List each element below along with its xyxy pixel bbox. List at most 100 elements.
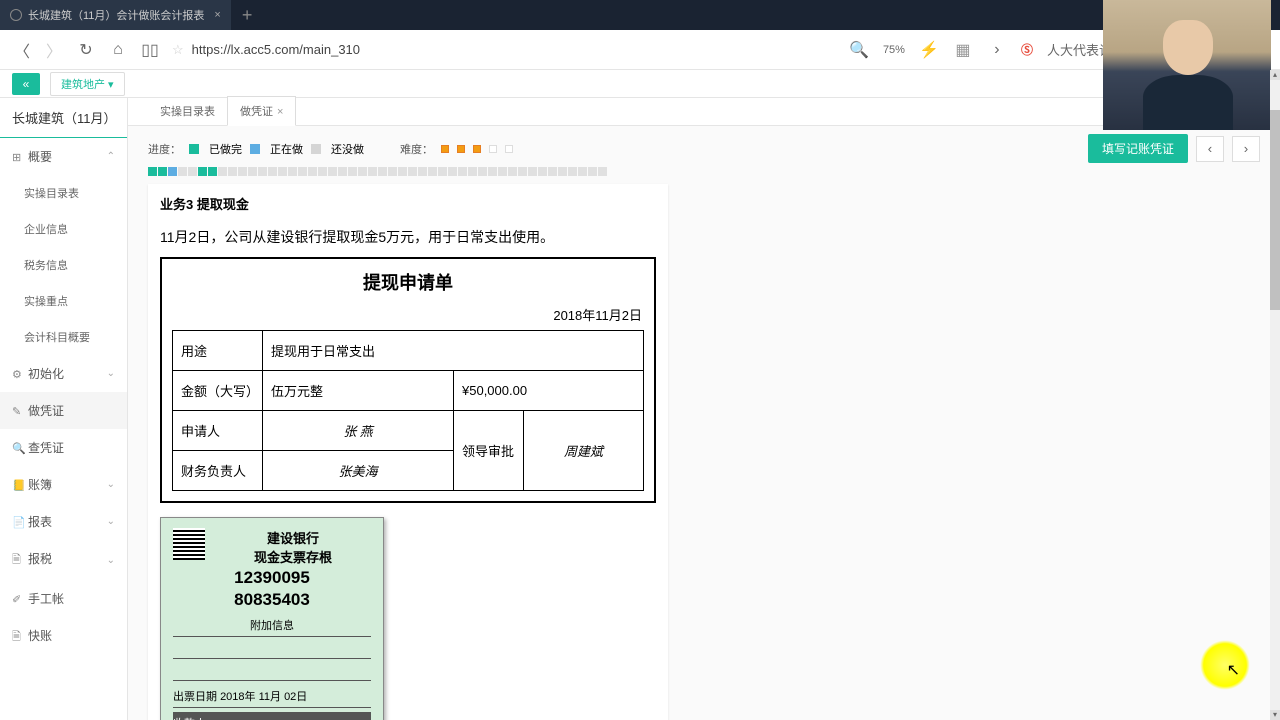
qr-icon[interactable]: ▦	[953, 40, 973, 60]
stub-date: 出票日期 2018年 11月 02日	[173, 685, 371, 708]
stub-blank	[173, 663, 371, 681]
search-icon: 🔍	[12, 442, 24, 455]
collapse-sidebar-button[interactable]: «	[12, 73, 40, 95]
document-icon: 📄	[12, 516, 24, 529]
url-text: https://lx.acc5.com/main_310	[192, 42, 360, 57]
stub-number-2: 80835403	[173, 590, 371, 610]
vertical-scrollbar[interactable]: ▴ ▾	[1270, 70, 1280, 720]
grid-icon: ⊞	[12, 151, 24, 164]
chevron-down-icon: ⌄	[107, 479, 115, 490]
form-date: 2018年11月2日	[162, 305, 654, 330]
purpose-value: 提现用于日常支出	[263, 331, 644, 371]
prev-button[interactable]: ‹	[1196, 136, 1224, 162]
task-description: 11月2日，公司从建设银行提取现金5万元，用于日常支出使用。	[148, 223, 668, 257]
legend-done-icon	[189, 144, 199, 154]
favorite-icon[interactable]: ☆	[172, 42, 184, 58]
sidebar-item-company[interactable]: 企业信息	[0, 211, 127, 247]
close-icon[interactable]: ×	[277, 106, 283, 118]
sidebar-item-quick[interactable]: 🗎快账	[0, 617, 127, 657]
difficulty-star-icon	[473, 145, 481, 153]
scroll-up-icon[interactable]: ▴	[1270, 70, 1280, 80]
cursor-highlight	[1200, 640, 1250, 690]
sidebar-item-manual[interactable]: ✐手工帐	[0, 580, 127, 617]
form-title: 提现申请单	[162, 259, 654, 305]
sidebar-item-ledger[interactable]: 📒账簿 ⌄	[0, 466, 127, 503]
tab-title: 长城建筑（11月）会计做账会计报表	[28, 7, 204, 23]
tab-close-icon[interactable]: ×	[214, 9, 220, 21]
qr-code-icon	[173, 528, 205, 560]
sidebar-item-voucher[interactable]: ✎做凭证	[0, 392, 127, 429]
app-header: « 建筑地产 ▾ 林久时 (SVIP会员)	[0, 70, 1280, 98]
sidebar-item-tax[interactable]: 税务信息	[0, 247, 127, 283]
stub-number-1: 12390095	[173, 568, 371, 588]
reload-button[interactable]: ↻	[76, 40, 96, 60]
forward-button[interactable]: 〉	[44, 40, 64, 60]
sidebar-item-directory[interactable]: 实操目录表	[0, 175, 127, 211]
scrollbar-thumb[interactable]	[1270, 110, 1280, 310]
tab-directory[interactable]: 实操目录表	[148, 97, 227, 125]
difficulty-star-icon	[457, 145, 465, 153]
sogou-icon: Ⓢ	[1021, 41, 1033, 58]
pencil-icon: ✎	[12, 405, 24, 418]
reader-button[interactable]: ▯▯	[140, 40, 160, 60]
applicant-label: 申请人	[173, 411, 263, 451]
chevron-down-icon: ⌄	[107, 368, 115, 379]
browser-tab[interactable]: 长城建筑（11月）会计做账会计报表 ×	[0, 0, 232, 30]
chevron-down-icon: ⌄	[107, 555, 115, 566]
sidebar: 长城建筑（11月） ⊞概要 ⌃ 实操目录表 企业信息 税务信息 实操重点 会计科…	[0, 98, 128, 720]
sidebar-title: 长城建筑（11月）	[0, 98, 127, 138]
new-tab-button[interactable]: +	[232, 5, 263, 26]
zoom-level: 75%	[883, 44, 905, 56]
content-area: 实操目录表 做凭证× 进度： 已做完 正在做 还没做 难度： 填写记账凭证 ‹	[128, 98, 1280, 720]
stub-bank: 建设银行	[215, 528, 371, 547]
flash-icon[interactable]: ⚡	[919, 40, 939, 60]
progress-grid	[128, 167, 1280, 184]
back-button[interactable]: 〈	[12, 40, 32, 60]
stub-extra: 附加信息	[173, 614, 371, 637]
home-button[interactable]: ⌂	[108, 40, 128, 60]
amount-num: ¥50,000.00	[454, 371, 644, 411]
sidebar-item-report[interactable]: 📄报表 ⌄	[0, 503, 127, 540]
cursor-icon: ↖	[1227, 660, 1240, 680]
purpose-label: 用途	[173, 331, 263, 371]
withdrawal-form: 提现申请单 2018年11月2日 用途 提现用于日常支出 金额（大写） 伍万元整…	[160, 257, 656, 503]
globe-icon	[10, 9, 22, 21]
finance-value: 张美海	[263, 451, 454, 491]
pen-icon: ✐	[12, 593, 24, 606]
more-icon[interactable]: ›	[987, 40, 1007, 60]
sidebar-item-overview[interactable]: ⊞概要 ⌃	[0, 138, 127, 175]
file-icon: 🗎	[12, 551, 24, 570]
tab-voucher[interactable]: 做凭证×	[227, 96, 296, 126]
browser-toolbar: 〈 〉 ↻ ⌂ ▯▯ ☆ https://lx.acc5.com/main_31…	[0, 30, 1280, 70]
scroll-down-icon[interactable]: ▾	[1270, 710, 1280, 720]
task-title: 业务3 提取现金	[148, 184, 668, 223]
finance-label: 财务负责人	[173, 451, 263, 491]
chevron-up-icon: ⌃	[107, 151, 115, 162]
webcam-overlay	[1103, 0, 1271, 130]
address-bar[interactable]: ☆ https://lx.acc5.com/main_310	[172, 42, 837, 58]
approve-value: 周建斌	[524, 411, 644, 491]
stub-payee: 收款人：	[173, 712, 371, 720]
difficulty-star-empty-icon	[505, 145, 513, 153]
sidebar-item-accounts[interactable]: 会计科目概要	[0, 319, 127, 355]
sidebar-item-taxfile[interactable]: 🗎报税 ⌄	[0, 540, 127, 580]
check-stub: 建设银行 现金支票存根 12390095 80835403 附加信息 出票日期 …	[160, 517, 384, 720]
amount-label: 金额（大写）	[173, 371, 263, 411]
gear-icon: ⚙	[12, 368, 24, 381]
approve-label: 领导审批	[454, 411, 524, 491]
sidebar-item-query[interactable]: 🔍查凭证	[0, 429, 127, 466]
legend-doing-icon	[250, 144, 260, 154]
fill-voucher-button[interactable]: 填写记账凭证	[1088, 134, 1188, 163]
sidebar-item-points[interactable]: 实操重点	[0, 283, 127, 319]
next-button[interactable]: ›	[1232, 136, 1260, 162]
book-icon: 📒	[12, 479, 24, 492]
file-icon: 🗎	[12, 628, 24, 647]
category-dropdown[interactable]: 建筑地产 ▾	[50, 72, 125, 96]
applicant-value: 张 燕	[263, 411, 454, 451]
difficulty-star-icon	[441, 145, 449, 153]
sidebar-item-init[interactable]: ⚙初始化 ⌄	[0, 355, 127, 392]
browser-titlebar: 长城建筑（11月）会计做账会计报表 × +	[0, 0, 1280, 30]
zoom-icon[interactable]: 🔍	[849, 40, 869, 60]
stub-blank	[173, 641, 371, 659]
progress-bar-row: 进度： 已做完 正在做 还没做 难度： 填写记账凭证 ‹ ›	[128, 126, 1280, 167]
